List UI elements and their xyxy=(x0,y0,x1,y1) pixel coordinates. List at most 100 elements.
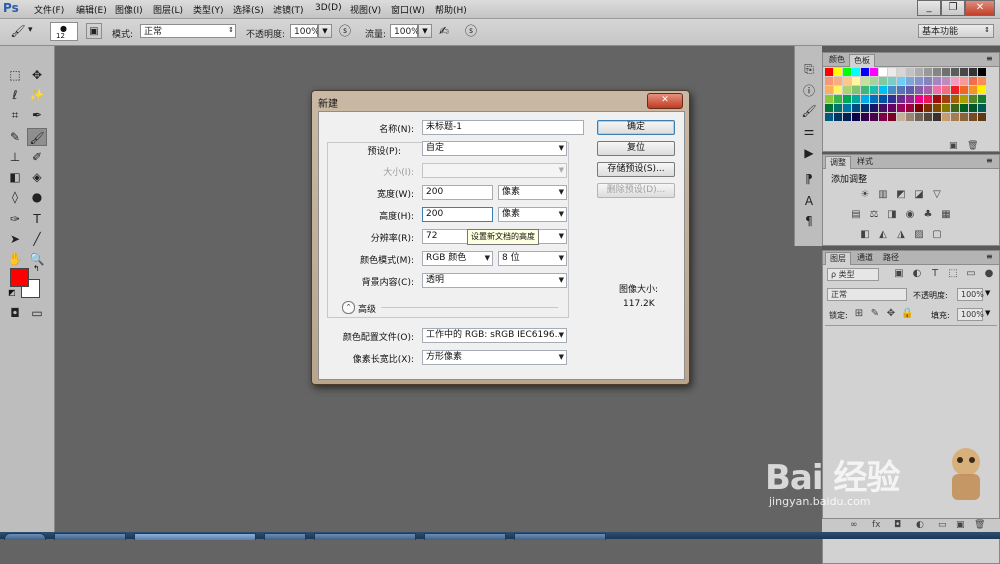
color-swatch[interactable] xyxy=(870,104,878,112)
color-swatch[interactable] xyxy=(933,68,941,76)
color-swatch[interactable] xyxy=(960,86,968,94)
tab-paths[interactable]: 路径 xyxy=(879,252,903,264)
color-swatch[interactable] xyxy=(924,113,932,121)
airbrush-icon[interactable]: ✍ xyxy=(436,23,452,39)
tab-adjustments[interactable]: 调整 xyxy=(825,156,851,169)
color-swatch[interactable] xyxy=(906,95,914,103)
width-input[interactable]: 200 xyxy=(422,185,493,200)
menu-image[interactable]: 图像(I) xyxy=(115,3,143,16)
layer-style-icon[interactable]: fx xyxy=(872,520,881,530)
color-swatch[interactable] xyxy=(906,104,914,112)
color-swatch[interactable] xyxy=(942,104,950,112)
color-swatch[interactable] xyxy=(960,104,968,112)
brush-tool-icon[interactable]: 🖌 xyxy=(10,23,26,39)
pressure-opacity-icon[interactable]: ⓢ xyxy=(337,23,353,39)
height-unit-select[interactable]: 像素 ▼ xyxy=(498,207,567,222)
color-swatch[interactable] xyxy=(915,95,923,103)
color-swatch[interactable] xyxy=(825,68,833,76)
photo-filter-icon[interactable]: ◉ xyxy=(904,209,916,221)
color-swatch[interactable] xyxy=(879,104,887,112)
color-swatch[interactable] xyxy=(951,77,959,85)
color-swatch[interactable] xyxy=(924,104,932,112)
curves-icon[interactable]: ◩ xyxy=(895,189,907,201)
color-swatch[interactable] xyxy=(951,113,959,121)
tab-channels[interactable]: 通道 xyxy=(853,252,877,264)
color-swatch[interactable] xyxy=(825,86,833,94)
tab-layers[interactable]: 图层 xyxy=(825,252,851,265)
color-swatch[interactable] xyxy=(870,86,878,94)
delete-layer-icon[interactable]: 🗑 xyxy=(974,520,985,530)
color-swatch[interactable] xyxy=(942,77,950,85)
color-swatch[interactable] xyxy=(825,95,833,103)
paragraph-styles-panel-icon[interactable]: ⁋ xyxy=(799,170,819,188)
fill-dropdown-icon[interactable]: ▼ xyxy=(985,309,990,317)
color-swatch[interactable] xyxy=(906,77,914,85)
invert-icon[interactable]: ◧ xyxy=(859,229,871,241)
color-swatch[interactable] xyxy=(924,86,932,94)
color-swatch[interactable] xyxy=(852,68,860,76)
color-swatch[interactable] xyxy=(933,77,941,85)
brush-tool-icon[interactable]: 🖌 xyxy=(27,128,47,146)
mode-select[interactable]: 正常 xyxy=(140,24,236,38)
healing-brush-tool-icon[interactable]: ✎ xyxy=(5,128,25,146)
color-swatch[interactable] xyxy=(861,104,869,112)
color-swatch[interactable] xyxy=(942,86,950,94)
filter-shape-icon[interactable]: ⬚ xyxy=(947,268,959,280)
color-swatch[interactable] xyxy=(942,68,950,76)
color-swatch[interactable] xyxy=(915,86,923,94)
color-swatch[interactable] xyxy=(951,104,959,112)
blend-mode-select[interactable]: 正常 xyxy=(827,288,907,301)
color-swatch[interactable] xyxy=(879,86,887,94)
color-swatch[interactable] xyxy=(969,77,977,85)
filter-adjustment-icon[interactable]: ◐ xyxy=(911,268,923,280)
color-swatch[interactable] xyxy=(861,77,869,85)
minimize-button[interactable]: _ xyxy=(917,0,941,16)
panel-menu-icon[interactable]: ≡ xyxy=(986,252,993,261)
screen-mode-icon[interactable]: ▭ xyxy=(27,304,47,322)
menu-edit[interactable]: 编辑(E) xyxy=(76,3,107,16)
color-swatch[interactable] xyxy=(834,104,842,112)
layer-filter-select[interactable]: ρ 类型 xyxy=(827,268,879,281)
color-swatch[interactable] xyxy=(843,86,851,94)
tab-styles[interactable]: 样式 xyxy=(853,156,877,168)
link-layers-icon[interactable]: ∞ xyxy=(850,520,858,530)
lock-image-icon[interactable]: ✎ xyxy=(869,308,881,320)
exposure-icon[interactable]: ◪ xyxy=(913,189,925,201)
color-swatch[interactable] xyxy=(825,77,833,85)
magic-wand-tool-icon[interactable]: ✨ xyxy=(27,86,47,104)
clone-stamp-tool-icon[interactable]: ⊥ xyxy=(5,148,25,166)
color-swatch[interactable] xyxy=(879,95,887,103)
line-tool-icon[interactable]: ╱ xyxy=(27,230,47,248)
color-swatch[interactable] xyxy=(924,77,932,85)
height-input[interactable]: 200 xyxy=(422,207,493,222)
posterize-icon[interactable]: ◭ xyxy=(877,229,889,241)
brush-panel-icon[interactable]: ▣ xyxy=(86,23,102,39)
color-mode-select[interactable]: RGB 颜色 ▼ xyxy=(422,251,493,266)
close-window-button[interactable]: ✕ xyxy=(965,0,995,16)
ok-button[interactable]: 确定 xyxy=(597,120,675,135)
paragraph-panel-icon[interactable]: ¶ xyxy=(799,212,819,230)
reset-button[interactable]: 复位 xyxy=(597,141,675,156)
color-swatch[interactable] xyxy=(843,95,851,103)
filter-pixel-icon[interactable]: ▣ xyxy=(893,268,905,280)
collapse-advanced-icon[interactable]: ⌃ xyxy=(342,301,355,314)
tab-color[interactable]: 颜色 xyxy=(825,54,849,66)
color-swatch[interactable] xyxy=(870,68,878,76)
move-tool-icon[interactable]: ✥ xyxy=(27,66,47,84)
foreground-color-swatch[interactable] xyxy=(10,268,29,287)
dropdown-arrow-icon[interactable]: ▾ xyxy=(28,25,33,35)
color-swatch[interactable] xyxy=(978,95,986,103)
hand-tool-icon[interactable]: ✋ xyxy=(5,250,25,268)
color-swatch[interactable] xyxy=(870,77,878,85)
bit-depth-select[interactable]: 8 位 ▼ xyxy=(498,251,567,266)
color-swatch[interactable] xyxy=(933,113,941,121)
color-swatch[interactable] xyxy=(861,95,869,103)
delete-swatch-icon[interactable]: 🗑 xyxy=(967,141,978,151)
color-swatch[interactable] xyxy=(978,104,986,112)
name-input[interactable]: 未标题-1 xyxy=(422,120,584,135)
selective-color-icon[interactable]: ▢ xyxy=(931,229,943,241)
default-colors-icon[interactable]: ◩ xyxy=(8,288,16,297)
menu-view[interactable]: 视图(V) xyxy=(350,3,381,16)
color-swatch[interactable] xyxy=(969,86,977,94)
flow-field[interactable]: 100% xyxy=(390,24,420,38)
